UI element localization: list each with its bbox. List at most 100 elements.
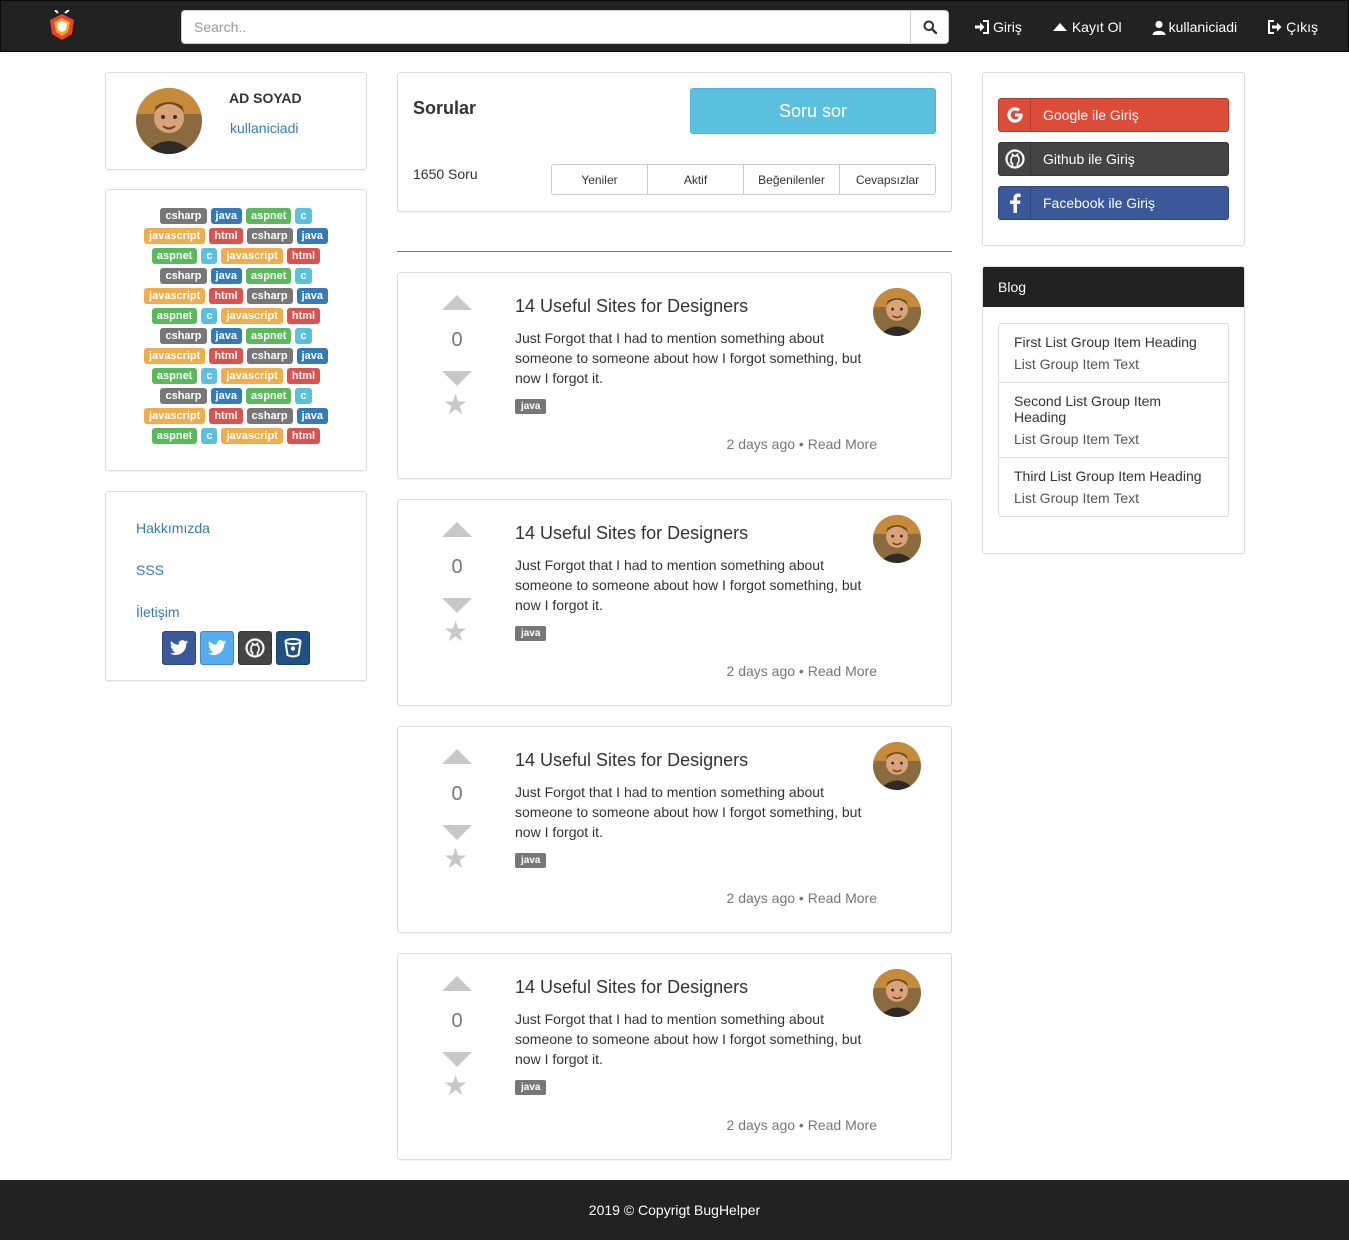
facebook-login-button[interactable]: Facebook ile Giriş: [998, 186, 1229, 220]
tag-java[interactable]: java: [296, 288, 329, 304]
question-tag[interactable]: java: [515, 626, 547, 641]
tag-c[interactable]: c: [295, 208, 312, 224]
search-input[interactable]: [181, 10, 911, 44]
favorite-star-icon[interactable]: ★: [443, 391, 468, 419]
filter-unanswered-button[interactable]: Cevapsızlar: [839, 164, 936, 195]
tag-csharp[interactable]: csharp: [160, 268, 207, 284]
tag-aspnet[interactable]: aspnet: [245, 328, 292, 344]
about-link[interactable]: Hakkımızda: [136, 520, 210, 536]
downvote-arrow-icon[interactable]: [442, 1052, 472, 1067]
upvote-arrow-icon[interactable]: [442, 522, 472, 537]
bughelper-logo-icon[interactable]: [45, 9, 79, 42]
tag-csharp[interactable]: csharp: [246, 408, 293, 424]
tag-html[interactable]: html: [286, 308, 321, 324]
tag-java[interactable]: java: [210, 268, 242, 284]
upvote-arrow-icon[interactable]: [442, 295, 472, 310]
ask-question-button[interactable]: Soru sor: [690, 88, 936, 134]
tag-csharp[interactable]: csharp: [246, 348, 293, 364]
tag-html[interactable]: html: [209, 228, 243, 244]
tag-html[interactable]: html: [286, 248, 321, 264]
tag-c[interactable]: c: [201, 308, 218, 324]
tag-csharp[interactable]: csharp: [160, 328, 207, 344]
tag-c[interactable]: c: [295, 388, 312, 404]
author-avatar[interactable]: [873, 515, 921, 563]
google-login-button[interactable]: Google ile Giriş: [998, 98, 1229, 132]
profile-username-link[interactable]: kullaniciadi: [230, 120, 298, 136]
tag-c[interactable]: c: [295, 268, 312, 284]
question-tag[interactable]: java: [515, 853, 547, 868]
favorite-star-icon[interactable]: ★: [443, 845, 468, 873]
question-title[interactable]: 14 Useful Sites for Designers: [515, 977, 748, 998]
question-title[interactable]: 14 Useful Sites for Designers: [515, 296, 748, 317]
read-more-link[interactable]: Read More: [808, 890, 877, 906]
tag-html[interactable]: html: [286, 368, 321, 384]
bitbucket-button[interactable]: [276, 631, 310, 665]
nav-logout-link[interactable]: Çıkış: [1252, 1, 1348, 53]
tag-aspnet[interactable]: aspnet: [151, 308, 198, 324]
tag-java[interactable]: java: [296, 348, 329, 364]
twitter-alt-button[interactable]: [200, 631, 234, 665]
tag-aspnet[interactable]: aspnet: [151, 428, 198, 444]
author-avatar[interactable]: [873, 969, 921, 1017]
filter-active-button[interactable]: Aktif: [647, 164, 744, 195]
nav-login-link[interactable]: Giriş: [959, 1, 1037, 53]
tag-aspnet[interactable]: aspnet: [245, 208, 292, 224]
question-tag[interactable]: java: [515, 399, 547, 414]
tag-java[interactable]: java: [210, 208, 242, 224]
tag-javascript[interactable]: javascript: [143, 228, 206, 244]
tag-c[interactable]: c: [201, 368, 218, 384]
faq-link[interactable]: SSS: [136, 562, 164, 578]
tag-aspnet[interactable]: aspnet: [151, 248, 198, 264]
read-more-link[interactable]: Read More: [808, 436, 877, 452]
profile-avatar[interactable]: [136, 88, 202, 154]
tag-aspnet[interactable]: aspnet: [245, 268, 292, 284]
tag-javascript[interactable]: javascript: [221, 368, 283, 384]
tag-java[interactable]: java: [296, 408, 329, 424]
tag-html[interactable]: html: [209, 408, 243, 424]
tag-c[interactable]: c: [295, 328, 312, 344]
nav-user-link[interactable]: kullaniciadi: [1137, 1, 1252, 53]
tag-java[interactable]: java: [296, 228, 329, 244]
twitter-button[interactable]: [162, 631, 196, 665]
tag-javascript[interactable]: javascript: [143, 408, 206, 424]
question-title[interactable]: 14 Useful Sites for Designers: [515, 523, 748, 544]
github-button[interactable]: [238, 631, 272, 665]
tag-javascript[interactable]: javascript: [221, 248, 283, 264]
tag-c[interactable]: c: [201, 248, 218, 264]
tag-javascript[interactable]: javascript: [221, 308, 283, 324]
favorite-star-icon[interactable]: ★: [443, 618, 468, 646]
tag-csharp[interactable]: csharp: [246, 288, 293, 304]
downvote-arrow-icon[interactable]: [442, 371, 472, 386]
tag-c[interactable]: c: [201, 428, 218, 444]
downvote-arrow-icon[interactable]: [442, 825, 472, 840]
blog-item[interactable]: Second List Group Item Heading List Grou…: [999, 382, 1228, 457]
favorite-star-icon[interactable]: ★: [443, 1072, 468, 1100]
blog-item[interactable]: First List Group Item Heading List Group…: [999, 324, 1228, 382]
author-avatar[interactable]: [873, 288, 921, 336]
tag-javascript[interactable]: javascript: [143, 348, 206, 364]
search-button[interactable]: [910, 10, 949, 44]
tag-java[interactable]: java: [210, 388, 242, 404]
tag-csharp[interactable]: csharp: [160, 388, 207, 404]
question-tag[interactable]: java: [515, 1080, 547, 1095]
nav-register-link[interactable]: Kayıt Ol: [1037, 1, 1137, 53]
tag-javascript[interactable]: javascript: [221, 428, 283, 444]
tag-html[interactable]: html: [209, 348, 243, 364]
tag-csharp[interactable]: csharp: [160, 208, 207, 224]
downvote-arrow-icon[interactable]: [442, 598, 472, 613]
read-more-link[interactable]: Read More: [808, 1117, 877, 1133]
tag-html[interactable]: html: [286, 428, 321, 444]
tag-aspnet[interactable]: aspnet: [245, 388, 292, 404]
author-avatar[interactable]: [873, 742, 921, 790]
blog-item[interactable]: Third List Group Item Heading List Group…: [999, 457, 1228, 516]
filter-liked-button[interactable]: Beğenilenler: [743, 164, 840, 195]
question-title[interactable]: 14 Useful Sites for Designers: [515, 750, 748, 771]
tag-javascript[interactable]: javascript: [143, 288, 206, 304]
tag-aspnet[interactable]: aspnet: [151, 368, 198, 384]
upvote-arrow-icon[interactable]: [442, 749, 472, 764]
tag-java[interactable]: java: [210, 328, 242, 344]
github-login-button[interactable]: Github ile Giriş: [998, 142, 1229, 176]
contact-link[interactable]: İletişim: [136, 604, 180, 620]
upvote-arrow-icon[interactable]: [442, 976, 472, 991]
read-more-link[interactable]: Read More: [808, 663, 877, 679]
